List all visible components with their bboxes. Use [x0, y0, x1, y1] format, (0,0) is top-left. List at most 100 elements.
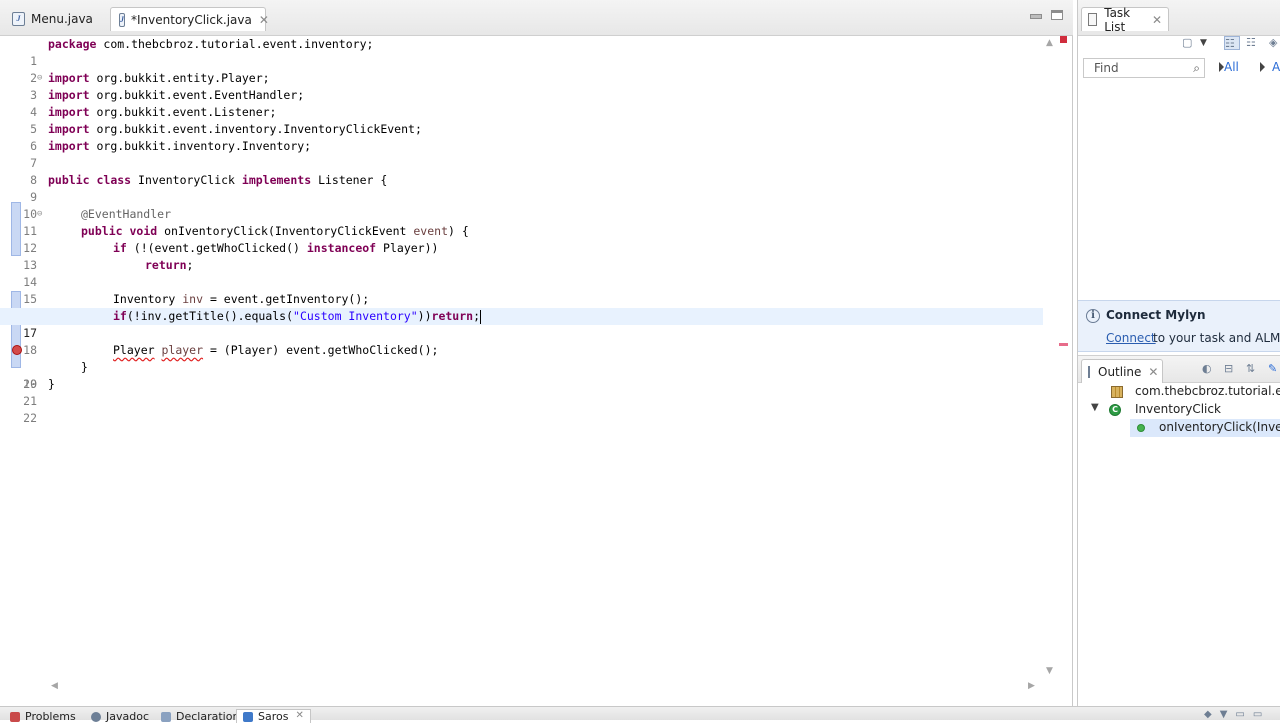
- tab-label: Declaration: [176, 710, 240, 723]
- vertical-scrollbar[interactable]: ▲ ▼: [1043, 36, 1057, 678]
- error-overview-mark[interactable]: [1059, 343, 1068, 346]
- code-text: org.bukkit.event.Listener;: [89, 105, 277, 119]
- outline-class-item[interactable]: ▼ C InventoryClick: [1078, 401, 1280, 419]
- method-label: onIventoryClick(Invent: [1159, 420, 1280, 434]
- string-literal: "Custom Inventory": [293, 309, 418, 323]
- keyword: class: [96, 173, 132, 187]
- error-overview-icon: [1060, 36, 1067, 43]
- chevron-down-icon[interactable]: ▼: [1091, 402, 1099, 413]
- filter-icon[interactable]: ✎: [1268, 362, 1280, 376]
- search-icon[interactable]: ⌕: [1193, 59, 1200, 77]
- local-variable-error: player: [161, 343, 204, 357]
- play-arrow-icon[interactable]: [1260, 62, 1265, 72]
- local-variable: inv: [182, 292, 204, 306]
- tab-javadoc[interactable]: Javadoc: [91, 710, 149, 724]
- code-line: 4 import org.bukkit.event.EventHandler;: [0, 87, 1043, 119]
- tab-inventoryclick-java[interactable]: J *InventoryClick.java ✕: [110, 7, 269, 31]
- scroll-up-icon[interactable]: ▲: [1046, 38, 1053, 48]
- code-line: 2: [0, 53, 1043, 85]
- tab-declaration[interactable]: Declaration: [161, 710, 239, 724]
- keyword: return: [431, 309, 474, 323]
- scroll-down-icon[interactable]: ▼: [1046, 666, 1053, 676]
- maximize-icon[interactable]: [1051, 10, 1063, 20]
- code-text: com.thebcbroz.tutorial.event.inventory;: [96, 37, 374, 51]
- javadoc-icon: [91, 712, 101, 722]
- java-file-icon: J: [119, 12, 125, 27]
- editor-tab-bar: J Menu.java J *InventoryClick.java ✕: [0, 0, 1073, 36]
- keyword: public: [81, 224, 123, 238]
- tab-label: Outline: [1098, 364, 1142, 379]
- keyword: public: [48, 173, 90, 187]
- outline-method-item[interactable]: onIventoryClick(Invent: [1130, 419, 1280, 437]
- code-text: = (Player) event.getWhoClicked();: [203, 343, 439, 357]
- java-file-icon: J: [12, 12, 25, 26]
- code-line: 15: [0, 274, 1043, 306]
- bottom-panel-tab-bar: Problems Javadoc Declaration Saros ✕ ◆▼▭…: [0, 706, 1280, 723]
- code-line: 11 ⊖ @EventHandler: [0, 206, 1043, 238]
- code-line-current: 17 if(!inv.getTitle().equals("Custom Inv…: [0, 308, 1043, 340]
- minimize-icon[interactable]: [1029, 10, 1042, 20]
- horizontal-scrollbar[interactable]: ◀ ▶: [46, 680, 1043, 694]
- right-side-panes: Task List ✕ ▢ ▼ ☷ ☷ ◈ Find ⌕ All A i Con…: [1077, 0, 1280, 706]
- code-line: 6 import org.bukkit.event.inventory.Inve…: [0, 121, 1043, 153]
- sort-icon[interactable]: ⇅: [1246, 362, 1262, 376]
- keyword: implements: [241, 173, 312, 187]
- code-line: 14 return;: [0, 257, 1043, 289]
- code-text: )): [417, 309, 432, 323]
- keyword: import: [48, 122, 90, 136]
- focus-icon[interactable]: ◈: [1269, 36, 1280, 50]
- new-task-icon[interactable]: ▢: [1182, 36, 1198, 50]
- code-text-error: Player: [113, 343, 155, 357]
- close-icon[interactable]: ✕: [1148, 365, 1158, 379]
- code-line: 9 public class InventoryClick implements…: [0, 172, 1043, 204]
- code-text: (!inv.getTitle().equals(: [126, 309, 294, 323]
- bottom-panel-toolbar[interactable]: ◆▼▭▭: [1204, 709, 1270, 720]
- code-line: 5 import org.bukkit.event.Listener;: [0, 104, 1043, 136]
- tab-outline[interactable]: Outline ✕: [1081, 359, 1163, 383]
- keyword: import: [48, 71, 90, 85]
- keyword: instanceof: [306, 241, 377, 255]
- outline-package-item[interactable]: com.thebcbroz.tutorial.even: [1078, 383, 1280, 401]
- task-list-toolbar: ▢ ▼ ☷ ☷ ◈: [1078, 30, 1280, 56]
- scroll-right-icon[interactable]: ▶: [1028, 681, 1035, 691]
- code-line: 19 Player player = (Player) event.getWho…: [0, 342, 1043, 391]
- keyword: void: [129, 224, 158, 238]
- code-line: 18: [0, 325, 1043, 357]
- package-icon: [1111, 386, 1123, 398]
- code-text: }: [81, 360, 88, 374]
- dropdown-icon[interactable]: ▼: [1200, 38, 1216, 52]
- find-input[interactable]: Find ⌕: [1083, 58, 1205, 78]
- outline-tab-bar: Outline ✕ ◐ ⊟ ⇅ ✎: [1078, 355, 1280, 383]
- categorized-view-icon[interactable]: ☷: [1224, 36, 1240, 50]
- code-text: org.bukkit.event.inventory.InventoryClic…: [89, 122, 422, 136]
- tab-problems[interactable]: Problems: [10, 710, 76, 724]
- close-icon[interactable]: ✕: [259, 13, 269, 27]
- code-line: 13 if (!(event.getWhoClicked() instanceo…: [0, 240, 1043, 272]
- class-label: InventoryClick: [1135, 402, 1221, 416]
- tab-menu-java[interactable]: J Menu.java: [4, 7, 112, 31]
- tab-saros[interactable]: Saros ✕: [236, 709, 311, 723]
- saros-icon: [243, 712, 253, 722]
- hide-fields-icon[interactable]: ◐: [1202, 362, 1218, 376]
- scheduled-view-icon[interactable]: ☷: [1246, 36, 1262, 50]
- all-filter-link[interactable]: All: [1224, 60, 1239, 74]
- collapse-all-icon[interactable]: ⊟: [1224, 362, 1240, 376]
- close-icon[interactable]: ✕: [295, 710, 303, 721]
- close-icon[interactable]: ✕: [1152, 13, 1162, 27]
- error-marker-icon[interactable]: [12, 345, 22, 355]
- tab-label: Menu.java: [31, 12, 93, 26]
- activate-link[interactable]: A: [1272, 60, 1280, 74]
- tab-task-list[interactable]: Task List ✕: [1081, 6, 1169, 34]
- fold-toggle-icon[interactable]: ⊖: [37, 70, 42, 87]
- code-text: Player)): [376, 241, 439, 255]
- fold-toggle-icon[interactable]: ⊖: [37, 206, 42, 223]
- code-editor[interactable]: 1 package com.thebcbroz.tutorial.event.i…: [0, 36, 1043, 678]
- package-label: com.thebcbroz.tutorial.even: [1135, 384, 1280, 398]
- code-text: onIventoryClick(InventoryClickEvent: [157, 224, 414, 238]
- mylyn-title: Connect Mylyn: [1106, 308, 1206, 322]
- code-line: 16 Inventory inv = event.getInventory();: [0, 291, 1043, 323]
- text-caret: [480, 309, 481, 324]
- editor-pane: J Menu.java J *InventoryClick.java ✕ 1 p…: [0, 0, 1073, 706]
- scroll-left-icon[interactable]: ◀: [51, 681, 58, 691]
- connect-link[interactable]: Connect: [1106, 331, 1156, 345]
